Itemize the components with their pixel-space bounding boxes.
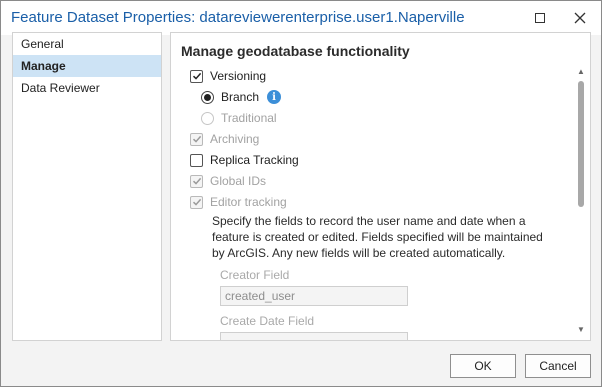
vertical-scrollbar[interactable]: ▲ ▼ bbox=[575, 67, 587, 335]
global-ids-label: Global IDs bbox=[210, 174, 267, 188]
manage-panel: Manage geodatabase functionality Version… bbox=[170, 32, 591, 341]
replica-tracking-checkbox[interactable] bbox=[190, 153, 203, 167]
sidebar-item-manage[interactable]: Manage bbox=[13, 55, 161, 77]
traditional-radio bbox=[201, 111, 214, 125]
editor-tracking-checkbox bbox=[190, 195, 203, 209]
archiving-label: Archiving bbox=[210, 132, 260, 146]
creator-field-label: Creator Field bbox=[220, 268, 290, 282]
title-bar: Feature Dataset Properties: datareviewer… bbox=[1, 1, 601, 35]
close-button[interactable] bbox=[567, 6, 593, 30]
branch-radio[interactable] bbox=[201, 90, 214, 104]
window-title: Feature Dataset Properties: datareviewer… bbox=[11, 9, 465, 26]
checkmark-icon bbox=[192, 135, 201, 143]
ok-button[interactable]: OK bbox=[450, 354, 516, 378]
close-icon bbox=[574, 12, 586, 24]
scroll-down-icon[interactable]: ▼ bbox=[576, 325, 586, 335]
archiving-option: Archiving bbox=[190, 131, 259, 147]
create-date-field-input bbox=[220, 332, 408, 340]
branch-label: Branch bbox=[221, 90, 260, 104]
dialog-window: Feature Dataset Properties: datareviewer… bbox=[0, 0, 602, 387]
checkmark-icon bbox=[192, 72, 201, 80]
archiving-checkbox bbox=[190, 132, 203, 146]
sidebar-item-data-reviewer[interactable]: Data Reviewer bbox=[13, 77, 161, 99]
checkmark-icon bbox=[192, 177, 201, 185]
versioning-checkbox[interactable] bbox=[190, 69, 203, 83]
replica-tracking-label: Replica Tracking bbox=[210, 153, 299, 167]
traditional-label: Traditional bbox=[221, 111, 277, 125]
traditional-option: Traditional bbox=[201, 110, 277, 126]
versioning-label: Versioning bbox=[210, 69, 267, 83]
sidebar-item-general[interactable]: General bbox=[13, 33, 161, 55]
global-ids-option: Global IDs bbox=[190, 173, 266, 189]
create-date-field-label: Create Date Field bbox=[220, 314, 315, 328]
editor-tracking-label: Editor tracking bbox=[210, 195, 287, 209]
editor-tracking-description: Specify the fields to record the user na… bbox=[212, 214, 543, 260]
cancel-button[interactable]: Cancel bbox=[525, 354, 591, 378]
sidebar: General Manage Data Reviewer bbox=[12, 32, 162, 341]
maximize-button[interactable] bbox=[527, 6, 553, 30]
section-title: Manage geodatabase functionality bbox=[181, 43, 410, 59]
info-icon[interactable]: i bbox=[267, 90, 282, 104]
checkmark-icon bbox=[192, 198, 201, 206]
replica-tracking-option[interactable]: Replica Tracking bbox=[190, 152, 299, 168]
versioning-option[interactable]: Versioning bbox=[190, 68, 266, 84]
maximize-icon bbox=[535, 13, 545, 23]
branch-option[interactable]: Branch i bbox=[201, 89, 282, 105]
editor-tracking-option: Editor tracking bbox=[190, 194, 287, 210]
scroll-thumb[interactable] bbox=[578, 81, 584, 207]
scroll-up-icon[interactable]: ▲ bbox=[576, 67, 586, 77]
creator-field-input: created_user bbox=[220, 286, 408, 306]
global-ids-checkbox bbox=[190, 174, 203, 188]
